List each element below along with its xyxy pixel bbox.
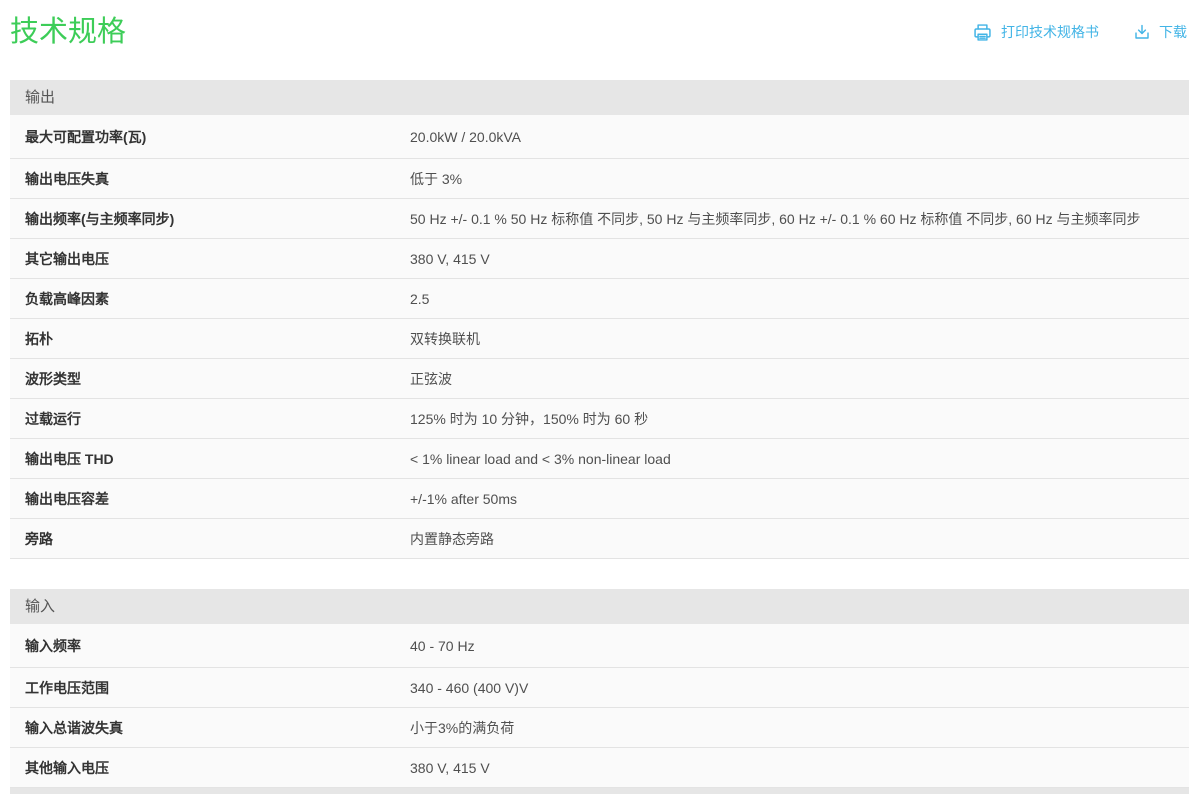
download-icon: [1133, 23, 1151, 41]
spec-value: 20.0kW / 20.0kVA: [410, 129, 1189, 145]
spec-label: 输入频率: [10, 636, 410, 656]
spec-label: 输入总谐波失真: [10, 718, 410, 738]
next-section-header-partial: [10, 788, 1189, 794]
spec-label: 其他输入电压: [10, 758, 410, 778]
spec-value: 340 - 460 (400 V)V: [410, 680, 1189, 696]
spec-label: 输出电压 THD: [10, 449, 410, 469]
page-header: 技术规格 打印技术规格书 下载: [0, 0, 1199, 50]
spec-section: 输出 最大可配置功率(瓦) 20.0kW / 20.0kVA 输出电压失真 低于…: [10, 80, 1189, 559]
spec-row: 输出电压失真 低于 3%: [10, 159, 1189, 199]
spec-value: 内置静态旁路: [410, 529, 1189, 549]
page-title: 技术规格: [10, 14, 126, 50]
spec-value: 2.5: [410, 291, 1189, 307]
spec-value: 双转换联机: [410, 329, 1189, 349]
print-spec-link[interactable]: 打印技术规格书: [972, 22, 1099, 43]
print-spec-label: 打印技术规格书: [1001, 22, 1099, 42]
spec-value: < 1% linear load and < 3% non-linear loa…: [410, 451, 1189, 467]
section-rows: 最大可配置功率(瓦) 20.0kW / 20.0kVA 输出电压失真 低于 3%…: [10, 115, 1189, 559]
spec-value: 40 - 70 Hz: [410, 638, 1189, 654]
section-header: 输出: [10, 80, 1189, 115]
spec-label: 最大可配置功率(瓦): [10, 127, 410, 147]
toolbar-actions: 打印技术规格书 下载: [972, 22, 1187, 43]
spec-label: 旁路: [10, 529, 410, 549]
spec-value: 低于 3%: [410, 169, 1189, 189]
printer-icon: [972, 22, 993, 43]
spec-value: +/-1% after 50ms: [410, 491, 1189, 507]
spec-row: 拓朴 双转换联机: [10, 319, 1189, 359]
spec-row: 输出电压容差 +/-1% after 50ms: [10, 479, 1189, 519]
spec-value: 380 V, 415 V: [410, 251, 1189, 267]
spec-label: 过载运行: [10, 409, 410, 429]
spec-row: 旁路 内置静态旁路: [10, 519, 1189, 559]
spec-table: 输出 最大可配置功率(瓦) 20.0kW / 20.0kVA 输出电压失真 低于…: [10, 80, 1189, 788]
spec-row: 过载运行 125% 时为 10 分钟，150% 时为 60 秒: [10, 399, 1189, 439]
spec-value: 小于3%的满负荷: [410, 718, 1189, 738]
spec-row: 输出电压 THD < 1% linear load and < 3% non-l…: [10, 439, 1189, 479]
download-label: 下载: [1159, 22, 1187, 42]
spec-row: 最大可配置功率(瓦) 20.0kW / 20.0kVA: [10, 115, 1189, 159]
spec-label: 其它输出电压: [10, 249, 410, 269]
spec-label: 工作电压范围: [10, 678, 410, 698]
spec-row: 其它输出电压 380 V, 415 V: [10, 239, 1189, 279]
spec-label: 波形类型: [10, 369, 410, 389]
spec-row: 输出频率(与主频率同步) 50 Hz +/- 0.1 % 50 Hz 标称值 不…: [10, 199, 1189, 239]
spec-value: 125% 时为 10 分钟，150% 时为 60 秒: [410, 409, 1189, 429]
spec-value: 正弦波: [410, 369, 1189, 389]
spec-row: 输入总谐波失真 小于3%的满负荷: [10, 708, 1189, 748]
section-rows: 输入频率 40 - 70 Hz 工作电压范围 340 - 460 (400 V)…: [10, 624, 1189, 788]
spec-row: 其他输入电压 380 V, 415 V: [10, 748, 1189, 788]
spec-label: 输出电压容差: [10, 489, 410, 509]
spec-label: 拓朴: [10, 329, 410, 349]
spec-value: 380 V, 415 V: [410, 760, 1189, 776]
spec-row: 负载高峰因素 2.5: [10, 279, 1189, 319]
spec-row: 波形类型 正弦波: [10, 359, 1189, 399]
spec-value: 50 Hz +/- 0.1 % 50 Hz 标称值 不同步, 50 Hz 与主频…: [410, 209, 1189, 229]
spec-row: 输入频率 40 - 70 Hz: [10, 624, 1189, 668]
spec-label: 输出电压失真: [10, 169, 410, 189]
spec-label: 输出频率(与主频率同步): [10, 209, 410, 229]
section-header: 输入: [10, 589, 1189, 624]
spec-label: 负载高峰因素: [10, 289, 410, 309]
spec-section: 输入 输入频率 40 - 70 Hz 工作电压范围 340 - 460 (400…: [10, 589, 1189, 788]
spec-row: 工作电压范围 340 - 460 (400 V)V: [10, 668, 1189, 708]
download-link[interactable]: 下载: [1133, 22, 1187, 42]
